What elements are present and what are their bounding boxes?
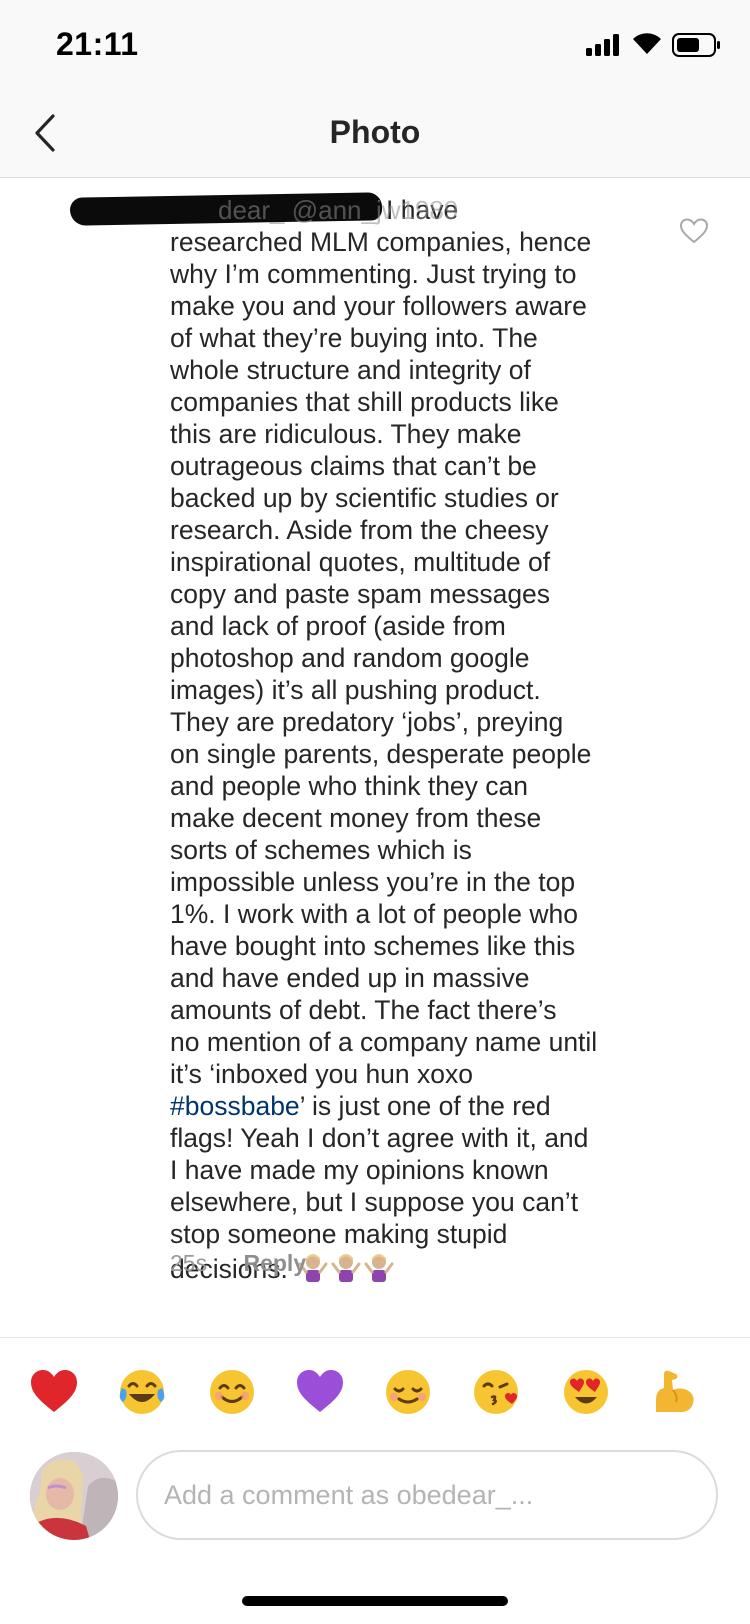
status-bar: 21:11 [0,0,750,88]
comment-line: backed up by scientific studies or [170,483,559,513]
comment-meta: 25s Reply [170,1250,306,1277]
status-time: 21:11 [56,26,139,62]
comment-line: on single parents, desperate people [170,739,592,769]
comment-line: impossible unless you’re in the top [170,867,576,897]
wifi-icon [633,33,661,54]
comment-line: this are ridiculous. They make [170,419,522,449]
comment-line: it’s ‘inboxed you hun xoxo [170,1059,473,1089]
comment-line: amounts of debt. The fact there’s [170,995,557,1025]
comment-input-placeholder: Add a comment as obedear_... [164,1479,534,1510]
comment-line: flags! Yeah I don’t agree with it, and [170,1123,589,1153]
comment-line: companies that shill products like [170,387,559,417]
like-heart-icon[interactable] [680,218,708,244]
woman-shrugging-emoji [364,1254,394,1282]
page-title: Photo [329,114,421,150]
comment-text: dear_ @ann_jw1989 I have researched MLM … [69,192,650,1285]
comment-line: sorts of schemes which is [170,835,472,865]
avatar-photo [30,1452,118,1540]
comment-composer: Add a comment as obedear_... [0,1450,750,1550]
comment-line: researched MLM companies, hence [170,227,592,257]
comment-line: and lack of proof (aside from [170,611,506,641]
hashtag-link[interactable]: #bossbabe [170,1091,300,1121]
comment-line: inspirational quotes, multitude of [170,547,551,577]
comment-line: no mention of a company name until [170,1027,598,1057]
comment-line: I have made my opinions known [170,1155,549,1185]
comment-timestamp: 25s [170,1250,208,1276]
smiling-emoji-button[interactable] [206,1366,258,1418]
comment-line: and people who think they can [170,771,529,801]
navigation-bar: Photo [0,88,750,178]
comment-line: of what they’re buying into. The [170,323,538,353]
relaxed-emoji-button[interactable] [382,1366,434,1418]
comment-line: make decent money from these [170,803,542,833]
woman-shrugging-emoji [331,1254,361,1282]
comment-line: copy and paste spam messages [170,579,551,609]
heart-eyes-emoji-button[interactable] [560,1366,612,1418]
comment-line: make you and your followers aware [170,291,587,321]
comment-input[interactable]: Add a comment as obedear_... [136,1450,718,1540]
comment-line: whole structure and integrity of [170,355,531,385]
heart-emoji-button[interactable] [28,1366,80,1418]
battery-icon [672,33,720,57]
flexed-biceps-emoji-button[interactable] [648,1366,700,1418]
comment-line: outrageous claims that can’t be [170,451,537,481]
comment-line: research. Aside from the cheesy [170,515,549,545]
comment: dear_ @ann_jw1989 I have researched MLM … [0,178,750,1338]
purple-heart-emoji-button[interactable] [294,1366,346,1418]
comment-line: why I’m commenting. Just trying to [170,259,577,289]
comment-line: ’ is just one of the red [299,1091,551,1121]
cellular-signal-icon [586,34,622,56]
comment-line: They are predatory ‘jobs’, preying [170,707,564,737]
redacted-username: dear_ @ann_jw1989 [69,192,458,226]
username-mentions[interactable]: dear_ @ann_jw1989 [218,194,458,226]
comment-line: photoshop and random google [170,643,530,673]
comment-line: images) it’s all pushing product. [170,675,541,705]
reply-button[interactable]: Reply [243,1250,306,1276]
comment-line: stop someone making stupid [170,1219,508,1249]
comment-line: have bought into schemes like this [170,931,576,961]
home-indicator[interactable] [242,1596,508,1606]
emoji-reaction-bar [0,1338,750,1448]
comment-line: elsewhere, but I suppose you can’t [170,1187,579,1217]
comment-line: and have ended up in massive [170,963,530,993]
kissing-heart-emoji-button[interactable] [470,1366,522,1418]
tears-of-joy-emoji-button[interactable] [116,1366,168,1418]
comment-line: 1%. I work with a lot of people who [170,899,579,929]
avatar [30,1452,118,1540]
